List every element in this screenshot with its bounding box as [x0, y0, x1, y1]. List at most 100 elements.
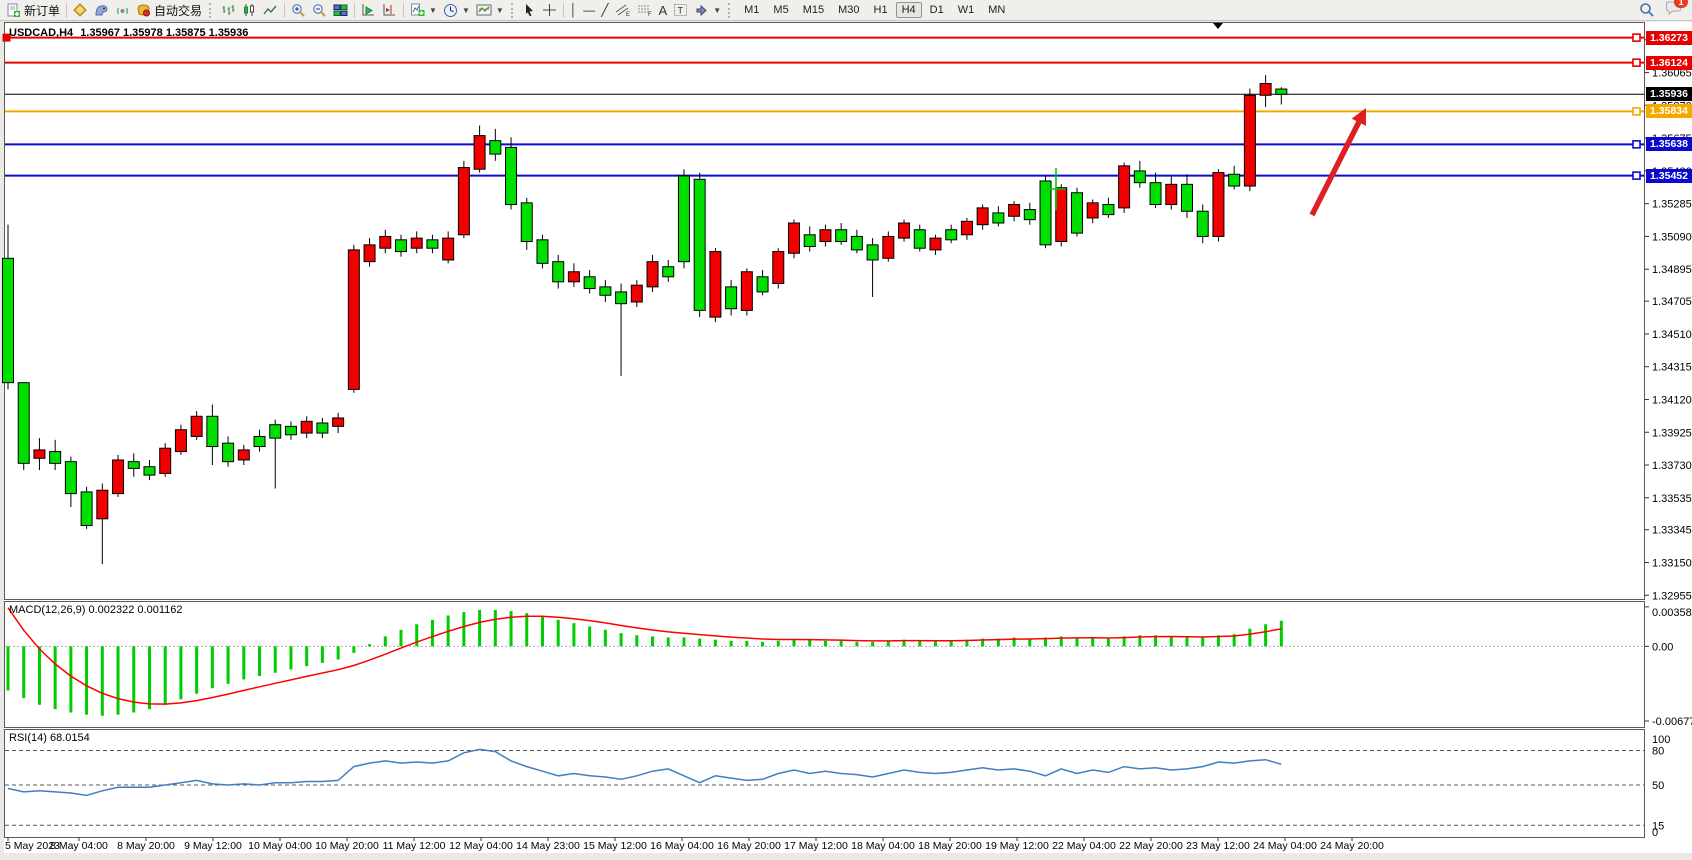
- macd-bar: [352, 646, 355, 653]
- candle-body: [883, 236, 894, 258]
- chart-canvas[interactable]: 1.362601.360651.358701.356751.354801.352…: [0, 0, 1692, 860]
- macd-bar: [635, 635, 638, 646]
- candle-body: [977, 208, 988, 225]
- candle-body: [113, 460, 124, 494]
- date-label: 8 May 20:00: [117, 840, 175, 852]
- candle-body: [631, 285, 642, 302]
- macd-bar: [950, 641, 953, 647]
- candle-body: [867, 245, 878, 260]
- candle-body: [946, 230, 957, 240]
- macd-bar: [242, 646, 245, 679]
- macd-bar: [730, 641, 733, 647]
- macd-bar: [321, 646, 324, 663]
- candle-body: [301, 421, 312, 433]
- macd-bar: [840, 641, 843, 647]
- macd-bar: [164, 646, 167, 704]
- macd-bar: [1107, 639, 1110, 647]
- macd-bar: [667, 638, 670, 647]
- macd-bar: [195, 646, 198, 693]
- macd-bar: [871, 642, 874, 646]
- macd-bar: [588, 626, 591, 646]
- mt4-window: 新订单 自动交易: [0, 0, 1692, 860]
- price-tick-label: 1.34705: [1652, 296, 1692, 308]
- candle-body: [537, 240, 548, 264]
- macd-bar: [1170, 636, 1173, 646]
- date-label: 9 May 12:00: [184, 840, 242, 852]
- macd-bar: [682, 638, 685, 647]
- macd-bar: [1280, 621, 1283, 647]
- macd-bar: [384, 636, 387, 646]
- price-axis: 1.362601.360651.358701.356751.354801.352…: [1645, 35, 1692, 602]
- macd-panel-frame: [5, 602, 1645, 728]
- price-tick-label: 1.33150: [1652, 558, 1692, 570]
- macd-bar: [745, 641, 748, 647]
- macd-bar: [117, 646, 120, 714]
- macd-bar: [761, 642, 764, 646]
- date-label: 18 May 20:00: [918, 840, 982, 852]
- macd-bar: [22, 646, 25, 698]
- price-tick-label: 1.34895: [1652, 264, 1692, 276]
- price-tick-label: 1.32955: [1652, 590, 1692, 602]
- macd-bar: [85, 646, 88, 714]
- candle-body: [1150, 183, 1161, 205]
- candle-body: [1134, 171, 1145, 183]
- candle-body: [506, 147, 517, 204]
- date-label: 24 May 20:00: [1320, 840, 1384, 852]
- candle-body: [458, 168, 469, 235]
- candle-body: [930, 238, 941, 250]
- date-label: 22 May 20:00: [1119, 840, 1183, 852]
- macd-bar: [494, 610, 497, 646]
- candle-body: [521, 203, 532, 242]
- candle-body: [584, 277, 595, 289]
- candle-body: [678, 176, 689, 262]
- candle-body: [254, 436, 265, 446]
- price-badge: 1.36124: [1646, 56, 1692, 70]
- date-label: 10 May 04:00: [248, 840, 312, 852]
- candle-body: [1087, 203, 1098, 218]
- price-badge: 1.35452: [1646, 169, 1692, 183]
- macd-tick-label: 0.003581: [1652, 607, 1692, 619]
- line-handle[interactable]: [1633, 172, 1640, 179]
- rsi-tick-label: 0: [1652, 827, 1658, 839]
- candle-body: [238, 450, 249, 460]
- macd-bar: [478, 610, 481, 646]
- date-label: 8 May 04:00: [50, 840, 108, 852]
- candle-body: [144, 467, 155, 475]
- price-tick-label: 1.33925: [1652, 427, 1692, 439]
- macd-bar: [179, 646, 182, 699]
- candle-body: [396, 240, 407, 252]
- price-tick-label: 1.35285: [1652, 199, 1692, 211]
- date-label: 15 May 12:00: [583, 840, 647, 852]
- date-label: 23 May 12:00: [1186, 840, 1250, 852]
- macd-bar: [227, 646, 230, 683]
- line-handle[interactable]: [1633, 108, 1640, 115]
- candle-body: [961, 221, 972, 234]
- date-label: 16 May 20:00: [717, 840, 781, 852]
- candle-body: [616, 292, 627, 304]
- candle-body: [317, 423, 328, 433]
- macd-bar: [651, 636, 654, 646]
- line-handle[interactable]: [1633, 141, 1640, 148]
- macd-bar: [54, 646, 57, 709]
- macd-bar: [1028, 639, 1031, 647]
- main-panel-frame: [5, 23, 1645, 600]
- candle-body: [647, 262, 658, 287]
- price-tick-label: 1.34120: [1652, 394, 1692, 406]
- candle-body: [820, 230, 831, 242]
- rsi-tick-label: 50: [1652, 780, 1664, 792]
- line-handle[interactable]: [1633, 59, 1640, 66]
- candle-body: [851, 236, 862, 249]
- macd-tick-label: -0.006775: [1652, 716, 1692, 728]
- macd-bar: [69, 646, 72, 712]
- macd-bar: [368, 644, 371, 646]
- candle-body: [710, 252, 721, 318]
- candle-body: [333, 418, 344, 426]
- line-handle[interactable]: [1633, 34, 1640, 41]
- candle-body: [1071, 193, 1082, 233]
- macd-tick-label: 0.00: [1652, 641, 1673, 653]
- price-tick-label: 1.33345: [1652, 525, 1692, 537]
- macd-bar: [289, 646, 292, 669]
- price-tick-label: 1.34315: [1652, 362, 1692, 374]
- candle-body: [789, 223, 800, 253]
- candle-body: [1040, 181, 1051, 245]
